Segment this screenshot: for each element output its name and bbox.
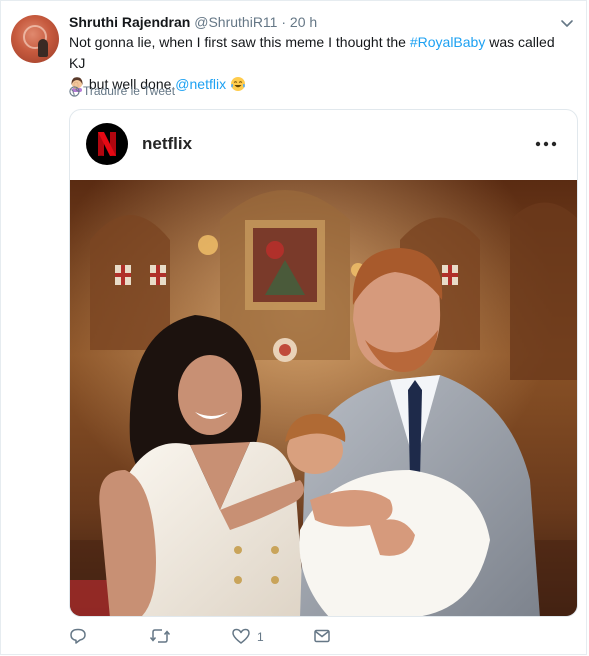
- like-icon: [232, 628, 250, 644]
- translate-tweet-link[interactable]: Traduire le Tweet: [69, 83, 175, 99]
- direct-message-icon: [314, 629, 330, 643]
- direct-message-button[interactable]: [313, 627, 331, 649]
- meme-photo[interactable]: [70, 180, 578, 617]
- reply-button[interactable]: [69, 627, 87, 649]
- tweet-text-part1: Not gonna lie, when I first saw this mem…: [69, 34, 410, 50]
- tweet-actions: 1: [69, 627, 369, 649]
- retweet-button[interactable]: [149, 627, 171, 649]
- like-count: 1: [257, 630, 264, 644]
- mention-link[interactable]: @netflix: [175, 76, 226, 92]
- embedded-post-card[interactable]: netflix: [69, 109, 578, 617]
- hashtag-link[interactable]: #RoyalBaby: [410, 34, 486, 50]
- more-options-icon[interactable]: [535, 140, 557, 148]
- avatar-figure: [38, 39, 48, 57]
- author-name[interactable]: Shruthi Rajendran: [69, 14, 190, 30]
- retweet-icon: [149, 629, 171, 643]
- translate-label: Traduire le Tweet: [83, 84, 176, 98]
- author-handle[interactable]: @ShruthiR11: [194, 14, 277, 30]
- timestamp[interactable]: 20 h: [290, 14, 317, 30]
- avatar[interactable]: [11, 15, 59, 63]
- embedded-post-header: netflix: [70, 110, 577, 180]
- like-button[interactable]: 1: [231, 627, 291, 649]
- reply-icon: [70, 628, 86, 644]
- tweet-header: Shruthi Rajendran @ShruthiR11 · 20 h: [69, 13, 317, 31]
- separator-dot: ·: [281, 14, 287, 30]
- embedded-account-name[interactable]: netflix: [142, 134, 192, 154]
- tears-of-joy-emoji: [230, 77, 245, 91]
- globe-icon: [69, 86, 80, 97]
- chevron-down-icon[interactable]: [557, 13, 577, 33]
- tweet: Shruthi Rajendran @ShruthiR11 · 20 h Not…: [0, 0, 587, 655]
- netflix-logo[interactable]: [86, 123, 128, 165]
